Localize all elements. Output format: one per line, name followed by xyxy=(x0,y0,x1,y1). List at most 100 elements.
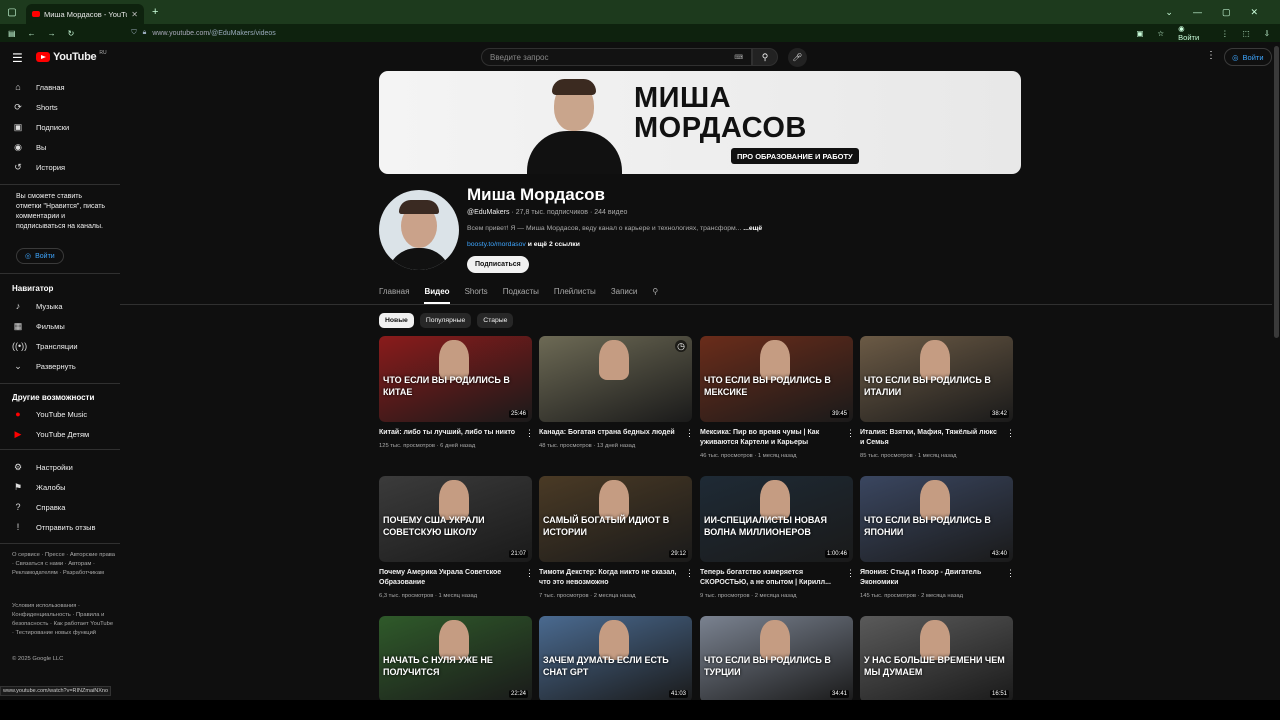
chip-oldest[interactable]: Старые xyxy=(477,313,514,328)
video-card[interactable]: НАЧАТЬ С НУЛЯ УЖЕ НЕ ПОЛУЧИТСЯ 22:24 xyxy=(379,616,532,702)
sidebar-item-home[interactable]: ⌂ Главная xyxy=(0,77,120,97)
video-card[interactable]: САМЫЙ БОГАТЫЙ ИДИОТ В ИСТОРИИ 29:12 Тимоти… xyxy=(539,476,694,599)
footer-links-2[interactable]: Условия использования · Конфиденциальнос… xyxy=(12,602,116,638)
channel-links[interactable]: boosty.to/mordasov и ещё 2 ссылки xyxy=(467,241,580,248)
video-menu-icon[interactable]: ⋮ xyxy=(846,568,855,579)
video-card[interactable]: ЧТО ЕСЛИ ВЫ РОДИЛИСЬ В ИТАЛИИ 38:42 Италия… xyxy=(860,336,1015,459)
video-thumbnail[interactable]: НАЧАТЬ С НУЛЯ УЖЕ НЕ ПОЛУЧИТСЯ 22:24 xyxy=(379,616,532,702)
back-icon[interactable]: ← xyxy=(28,29,36,38)
video-thumbnail[interactable]: ◷ xyxy=(539,336,692,422)
tab-videos[interactable]: Видео xyxy=(424,287,450,304)
tab-shorts[interactable]: Shorts xyxy=(465,287,488,304)
new-tab-button[interactable]: + xyxy=(152,6,158,18)
channel-search-icon[interactable]: ⚲ xyxy=(652,287,658,304)
video-menu-icon[interactable]: ⋮ xyxy=(685,428,694,439)
sidebar-item-you[interactable]: ◉ Вы xyxy=(0,137,120,157)
chip-popular[interactable]: Популярные xyxy=(419,313,472,328)
video-thumbnail[interactable]: ЗАЧЕМ ДУМАТЬ ЕСЛИ ЕСТЬ CHAT GPT 41:03 xyxy=(539,616,692,702)
sidebar-item-subscriptions[interactable]: ▣ Подписки xyxy=(0,117,120,137)
sidebar-login-button[interactable]: ◎ Войти xyxy=(16,248,64,264)
sidebar-item-feedback[interactable]: ! Отправить отзыв xyxy=(0,517,120,537)
extensions-icon[interactable]: ⬚ xyxy=(1243,29,1250,38)
tab-actions-icon[interactable]: ▢ xyxy=(0,7,24,18)
scrollbar[interactable] xyxy=(1272,42,1280,700)
tab-podcasts[interactable]: Подкасты xyxy=(503,287,539,304)
voice-search-button[interactable]: 🎤︎ xyxy=(788,48,807,67)
tab-posts[interactable]: Записи xyxy=(611,287,638,304)
video-menu-icon[interactable]: ⋮ xyxy=(525,428,534,439)
video-card[interactable]: ЧТО ЕСЛИ ВЫ РОДИЛИСЬ В ТУРЦИИ 34:41 xyxy=(700,616,853,702)
sidebar-item-reports[interactable]: ⚑ Жалобы xyxy=(0,477,120,497)
youtube-logo[interactable]: YouTube RU xyxy=(36,50,107,63)
browser-signin-button[interactable]: ◉ Войти xyxy=(1178,24,1207,42)
video-card[interactable]: ЧТО ЕСЛИ ВЫ РОДИЛИСЬ В ЯПОНИИ 43:40 Япония… xyxy=(860,476,1015,599)
video-menu-icon[interactable]: ⋮ xyxy=(846,428,855,439)
video-card[interactable]: У НАС БОЛЬШЕ ВРЕМЕНИ ЧЕМ МЫ ДУМАЕМ 16:51 xyxy=(860,616,1013,702)
menu-icon[interactable]: ☰ xyxy=(12,51,23,65)
downloads-icon[interactable]: ⇩ xyxy=(1264,29,1270,38)
close-window-icon[interactable]: ✕ xyxy=(1250,7,1258,18)
tab-list-icon[interactable]: ⌄ xyxy=(1165,7,1173,18)
video-thumbnail[interactable]: ИИ-СПЕЦИАЛИСТЫ НОВАЯ ВОЛНА МИЛЛИОНЕРОВ 1:… xyxy=(700,476,853,562)
video-title[interactable]: Тимоти Декстер: Когда никто не сказал, ч… xyxy=(539,568,679,587)
video-card[interactable]: ЧТО ЕСЛИ ВЫ РОДИЛИСЬ В КИТАЕ 25:46 Китай: … xyxy=(379,336,534,449)
minimize-icon[interactable]: — xyxy=(1193,7,1202,18)
video-menu-icon[interactable]: ⋮ xyxy=(1006,428,1015,439)
more-options-icon[interactable]: ⋮ xyxy=(1206,50,1216,61)
chip-newest[interactable]: Новые xyxy=(379,313,414,328)
channel-description[interactable]: Всем привет! Я — Миша Мордасов, веду кан… xyxy=(467,225,762,232)
video-title[interactable]: Италия: Взятки, Мафия, Тяжёлый люкс и Се… xyxy=(860,428,1000,447)
sidebar-item-youtube-kids[interactable]: ▶ YouTube Детям xyxy=(0,424,120,444)
keyboard-icon[interactable]: ⌨ xyxy=(734,54,743,61)
sidebar-item-films[interactable]: ▦ Фильмы xyxy=(0,316,120,336)
video-title[interactable]: Мексика: Пир во время чумы | Как уживают… xyxy=(700,428,840,447)
video-card[interactable]: ПОЧЕМУ США УКРАЛИ СОВЕТСКУЮ ШКОЛУ 21:07 По… xyxy=(379,476,534,599)
video-title[interactable]: Китай: либо ты лучший, либо ты никто xyxy=(379,428,519,438)
video-title[interactable]: Почему Америка Украла Советское Образова… xyxy=(379,568,519,587)
sidebar-item-settings[interactable]: ⚙ Настройки xyxy=(0,457,120,477)
forward-icon[interactable]: → xyxy=(48,29,56,38)
bookmark-star-icon[interactable]: ☆ xyxy=(1157,29,1164,38)
video-thumbnail[interactable]: ЧТО ЕСЛИ ВЫ РОДИЛИСЬ В ТУРЦИИ 34:41 xyxy=(700,616,853,702)
tab-home[interactable]: Главная xyxy=(379,287,409,304)
video-thumbnail[interactable]: У НАС БОЛЬШЕ ВРЕМЕНИ ЧЕМ МЫ ДУМАЕМ 16:51 xyxy=(860,616,1013,702)
video-thumbnail[interactable]: ПОЧЕМУ США УКРАЛИ СОВЕТСКУЮ ШКОЛУ 21:07 xyxy=(379,476,532,562)
video-thumbnail[interactable]: ЧТО ЕСЛИ ВЫ РОДИЛИСЬ В ИТАЛИИ 38:42 xyxy=(860,336,1013,422)
lock-icon[interactable]: 🔒︎ xyxy=(143,29,147,37)
sidebar-item-shorts[interactable]: ⟳ Shorts xyxy=(0,97,120,117)
video-card[interactable]: ЧТО ЕСЛИ ВЫ РОДИЛИСЬ В МЕКСИКЕ 39:45 Мекси… xyxy=(700,336,855,459)
subscribe-button[interactable]: Подписаться xyxy=(467,256,529,273)
sidebar-item-help[interactable]: ? Справка xyxy=(0,497,120,517)
video-thumbnail[interactable]: ЧТО ЕСЛИ ВЫ РОДИЛИСЬ В МЕКСИКЕ 39:45 xyxy=(700,336,853,422)
sidebar-item-music[interactable]: ♪ Музыка xyxy=(0,296,120,316)
video-title[interactable]: Япония: Стыд и Позор - Двигатель Экономи… xyxy=(860,568,1000,587)
video-card[interactable]: ИИ-СПЕЦИАЛИСТЫ НОВАЯ ВОЛНА МИЛЛИОНЕРОВ 1:… xyxy=(700,476,855,599)
video-title[interactable]: Канада: Богатая страна бедных людей xyxy=(539,428,679,438)
video-menu-icon[interactable]: ⋮ xyxy=(525,568,534,579)
video-menu-icon[interactable]: ⋮ xyxy=(685,568,694,579)
tab-playlists[interactable]: Плейлисты xyxy=(554,287,596,304)
reload-icon[interactable]: ↻ xyxy=(68,29,75,38)
maximize-icon[interactable]: ▢ xyxy=(1222,7,1231,18)
sidebar-item-live[interactable]: ((•)) Трансляции xyxy=(0,336,120,356)
shield-icon[interactable]: ⛉ xyxy=(131,29,136,37)
video-thumbnail[interactable]: ЧТО ЕСЛИ ВЫ РОДИЛИСЬ В КИТАЕ 25:46 xyxy=(379,336,532,422)
scrollbar-thumb[interactable] xyxy=(1274,46,1279,338)
video-thumbnail[interactable]: ЧТО ЕСЛИ ВЫ РОДИЛИСЬ В ЯПОНИИ 43:40 xyxy=(860,476,1013,562)
video-card[interactable]: ЗАЧЕМ ДУМАТЬ ЕСЛИ ЕСТЬ CHAT GPT 41:03 xyxy=(539,616,692,702)
browser-menu-icon[interactable]: ⋮ xyxy=(1221,29,1229,38)
signin-button[interactable]: ◎ Войти xyxy=(1224,48,1272,66)
close-icon[interactable]: ✕ xyxy=(131,10,138,19)
url-field[interactable]: ⛉ 🔒︎ www.youtube.com/@EduMakers/videos xyxy=(131,26,1137,40)
browser-tab-active[interactable]: Миша Мордасов - YouTube ✕ xyxy=(26,4,144,24)
video-card[interactable]: ◷ Канада: Богатая страна бедных людей 48 т… xyxy=(539,336,694,449)
watch-later-icon[interactable]: ◷ xyxy=(675,340,687,352)
video-menu-icon[interactable]: ⋮ xyxy=(1006,568,1015,579)
footer-links-1[interactable]: О сервисе · Прессе · Авторские права · С… xyxy=(12,551,116,578)
sidebar-item-youtube-music[interactable]: ● YouTube Music xyxy=(0,404,120,424)
video-title[interactable]: Теперь богатство измеряется СКОРОСТЬЮ, а… xyxy=(700,568,840,587)
search-input[interactable]: Введите запрос ⌨ xyxy=(481,48,752,66)
sidebar-item-expand[interactable]: ⌄ Развернуть xyxy=(0,356,120,376)
sidebar-item-history[interactable]: ↺ История xyxy=(0,157,120,177)
sidebar-toggle-icon[interactable]: ▤ xyxy=(8,29,16,38)
